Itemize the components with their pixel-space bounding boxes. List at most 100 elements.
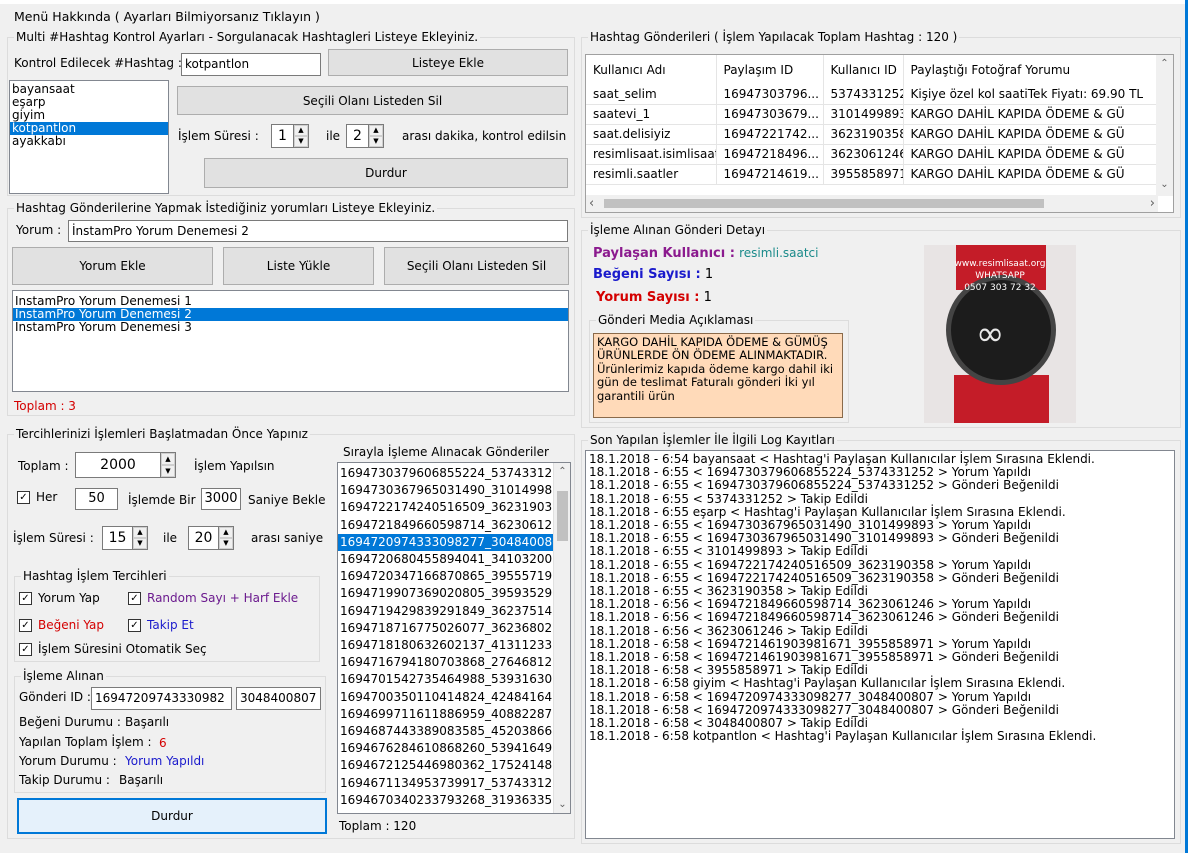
queue-list-item[interactable]: 1694672125446980362_17524148 [338, 757, 553, 774]
hashtag-input[interactable]: kotpantlon [181, 53, 321, 76]
hashtag-list-item[interactable]: giyim [10, 109, 168, 122]
posts-column-header[interactable]: Kullanıcı Adı [586, 55, 717, 84]
prefs-stop-button[interactable]: Durdur [17, 798, 327, 834]
queue-list-item[interactable]: 1694699711611886959_40882287 [338, 706, 553, 723]
log-list[interactable]: 18.1.2018 - 6:54 bayansaat < Hashtag'i P… [585, 450, 1175, 839]
queue-list-item[interactable]: 1694718180632602137_41311233 [338, 637, 553, 654]
comment-list-item[interactable]: İnstamPro Yorum Denemesi 1 [13, 295, 568, 308]
load-list-button[interactable]: Liste Yükle [223, 247, 374, 285]
queue-list[interactable]: 1694730379606855224_53743312 169473036796… [337, 462, 571, 814]
comment-list-item[interactable]: İnstamPro Yorum Denemesi 2 [13, 308, 568, 321]
queue-scrollbar[interactable]: ⌃ ⌄ [553, 463, 570, 813]
follow-option-checkbox[interactable]: ✓ Takip Et [128, 618, 194, 632]
table-row[interactable]: saat_selim 16947303796... 5374331252 Kişiye… [586, 84, 1173, 105]
queue-list-item[interactable]: 1694720974333098277_3048400807 [338, 533, 553, 552]
hashtag-list[interactable]: bayansaat eşarp giyim kotpantlon ayakkabı [9, 80, 169, 194]
queue-list-item[interactable]: 1694730379606855224_53743312 [338, 465, 553, 482]
scroll-right-icon[interactable]: › [1150, 195, 1155, 212]
hashtag-list-item[interactable]: kotpantlon [10, 122, 168, 135]
user-id-input[interactable]: 3048400807 [236, 687, 321, 710]
scroll-down-icon[interactable]: ⌄ [554, 796, 570, 813]
spin-up-icon[interactable]: ▲ [369, 125, 383, 136]
prefs-duration-from-stepper[interactable]: 15 ▲ ▼ [102, 526, 148, 550]
spin-down-icon[interactable]: ▼ [133, 538, 147, 549]
comment-input[interactable]: İnstamPro Yorum Denemesi 2 [68, 220, 568, 242]
comment-list[interactable]: İnstamPro Yorum Denemesi 1 İnstamPro Yoru… [12, 290, 569, 392]
posts-grid[interactable]: Kullanıcı Adı Paylaşım ID Kullanıcı ID Payl… [585, 54, 1174, 213]
watermark-line-3: 0507 303 72 32 [964, 283, 1036, 293]
post-id-label: Gönderi ID : [19, 690, 91, 704]
queue-list-item[interactable]: 1694687443389083585_45203866 [338, 723, 553, 740]
hashtag-list-item[interactable]: eşarp [10, 96, 168, 109]
spin-down-icon[interactable]: ▼ [161, 465, 175, 477]
table-row[interactable]: resimlisaat.isimlisaat 16947218496... 3623… [586, 144, 1173, 165]
like-option-checkbox[interactable]: ✓ Beğeni Yap [19, 618, 104, 632]
wait-input[interactable]: 3000 [201, 488, 241, 510]
remove-hashtag-button[interactable]: Seçili Olanı Listeden Sil [177, 86, 568, 115]
hashtag-stop-button[interactable]: Durdur [204, 158, 568, 188]
spin-up-icon[interactable]: ▲ [294, 125, 308, 136]
scroll-thumb[interactable] [604, 199, 1044, 208]
log-line: 18.1.2018 - 6:58 < 1694720974333098277_3… [589, 689, 1032, 704]
hashtag-duration-to-stepper[interactable]: 2 ▲ ▼ [346, 124, 384, 148]
hashtag-list-item[interactable]: ayakkabı [10, 135, 168, 148]
about-menu[interactable]: Menü Hakkında ( Ayarları Bilmiyorsanız T… [14, 9, 320, 25]
prefs-title: Tercihlerinizi İşlemleri Başlatmadan Önc… [14, 426, 310, 442]
posts-column-header[interactable]: Paylaşım ID [716, 55, 824, 84]
scroll-left-icon[interactable]: ‹ [589, 195, 594, 212]
random-option-checkbox[interactable]: ✓ Random Sayı + Harf Ekle [128, 591, 298, 605]
comment-list-item[interactable]: İnstamPro Yorum Denemesi 3 [13, 321, 568, 334]
queue-list-item[interactable]: 1694676284610868260_53941649 [338, 740, 553, 757]
queue-list-item[interactable]: 1694719907369020805_39593529 [338, 585, 553, 602]
posts-hscroll[interactable]: ‹ › [586, 195, 1158, 212]
queue-list-item[interactable]: 1694719429839291849_36237514 [338, 603, 553, 620]
scroll-up-icon[interactable]: ⌃ [1156, 55, 1173, 72]
remove-comment-button[interactable]: Seçili Olanı Listeden Sil [384, 247, 569, 285]
posts-column-header[interactable]: Paylaştığı Fotoğraf Yorumu [903, 55, 1173, 84]
every-input[interactable]: 50 [75, 488, 118, 510]
every-checkbox[interactable]: ✓ Her [17, 490, 57, 504]
spin-down-icon[interactable]: ▼ [294, 136, 308, 147]
queue-list-item[interactable]: 1694730367965031490_31014998 [338, 482, 553, 499]
queue-list-item[interactable]: 1694718716775026077_36236802 [338, 620, 553, 637]
prefs-duration-to-stepper[interactable]: 20 ▲ ▼ [188, 526, 234, 550]
posts-vscroll[interactable]: ⌃ ⌄ [1156, 55, 1173, 196]
comment-option-checkbox[interactable]: ✓ Yorum Yap [19, 591, 100, 605]
hashtag-duration-from-stepper[interactable]: 1 ▲ ▼ [271, 124, 309, 148]
spin-up-icon[interactable]: ▲ [161, 453, 175, 465]
scroll-up-icon[interactable]: ⌃ [554, 463, 570, 480]
posts-column-header[interactable]: Kullanıcı ID [823, 55, 904, 84]
queue-list-item[interactable]: 1694701542735464988_53931630 [338, 671, 553, 688]
comment-status-label: Yorum Durumu : [19, 754, 117, 768]
total-stepper[interactable]: 2000 ▲ ▼ [75, 452, 176, 478]
spin-down-icon[interactable]: ▼ [369, 136, 383, 147]
queue-list-item[interactable]: 1694716794180703868_27646812 [338, 654, 553, 671]
table-row[interactable]: saat.delisiyiz 16947221742... 3623190358 KA… [586, 124, 1173, 145]
table-row[interactable]: resimli.saatler 16947214619... 3955858971 K… [586, 164, 1173, 185]
add-comment-button[interactable]: Yorum Ekle [12, 247, 213, 285]
queue-title: Sırayla İşleme Alınacak Gönderiler [343, 445, 549, 459]
queue-list-item[interactable]: 1694700350110414824_42484164 [338, 689, 553, 706]
queue-list-item[interactable]: 1694671134953739917_53743312 [338, 775, 553, 792]
table-cell: resimlisaat.isimlisaat [586, 144, 717, 165]
scroll-down-icon[interactable]: ⌄ [1156, 176, 1173, 193]
spin-up-icon[interactable]: ▲ [133, 527, 147, 538]
scroll-thumb[interactable] [557, 491, 568, 541]
queue-list-item[interactable]: 1694721849660598714_36230612 [338, 517, 553, 534]
every-label: Her [36, 490, 58, 504]
queue-total: Toplam : 120 [339, 819, 417, 833]
queue-list-item[interactable]: 1694720680455894041_34103200 [338, 551, 553, 568]
hashtag-list-item[interactable]: bayansaat [10, 83, 168, 96]
spin-up-icon[interactable]: ▲ [219, 527, 233, 538]
queue-list-item[interactable]: 1694722174240516509_36231903 [338, 499, 553, 516]
post-id-input[interactable]: 16947209743330982 [91, 687, 232, 710]
table-cell: 16947214619... [716, 164, 824, 185]
queue-list-item[interactable]: 1694670340233793268_31936335 [338, 792, 553, 809]
queue-list-item[interactable]: 1694720347166870865_39555719 [338, 568, 553, 585]
spin-down-icon[interactable]: ▼ [219, 538, 233, 549]
table-row[interactable]: saatevi_1 16947303679... 3101499893 KARGO D… [586, 104, 1173, 125]
log-line: 18.1.2018 - 6:58 kotpantlon < Hashtag'i … [589, 729, 1097, 744]
auto-duration-checkbox[interactable]: ✓ İşlem Süresini Otomatik Seç [19, 642, 207, 656]
add-hashtag-button[interactable]: Listeye Ekle [328, 49, 568, 76]
likes-value: 1 [704, 267, 714, 282]
